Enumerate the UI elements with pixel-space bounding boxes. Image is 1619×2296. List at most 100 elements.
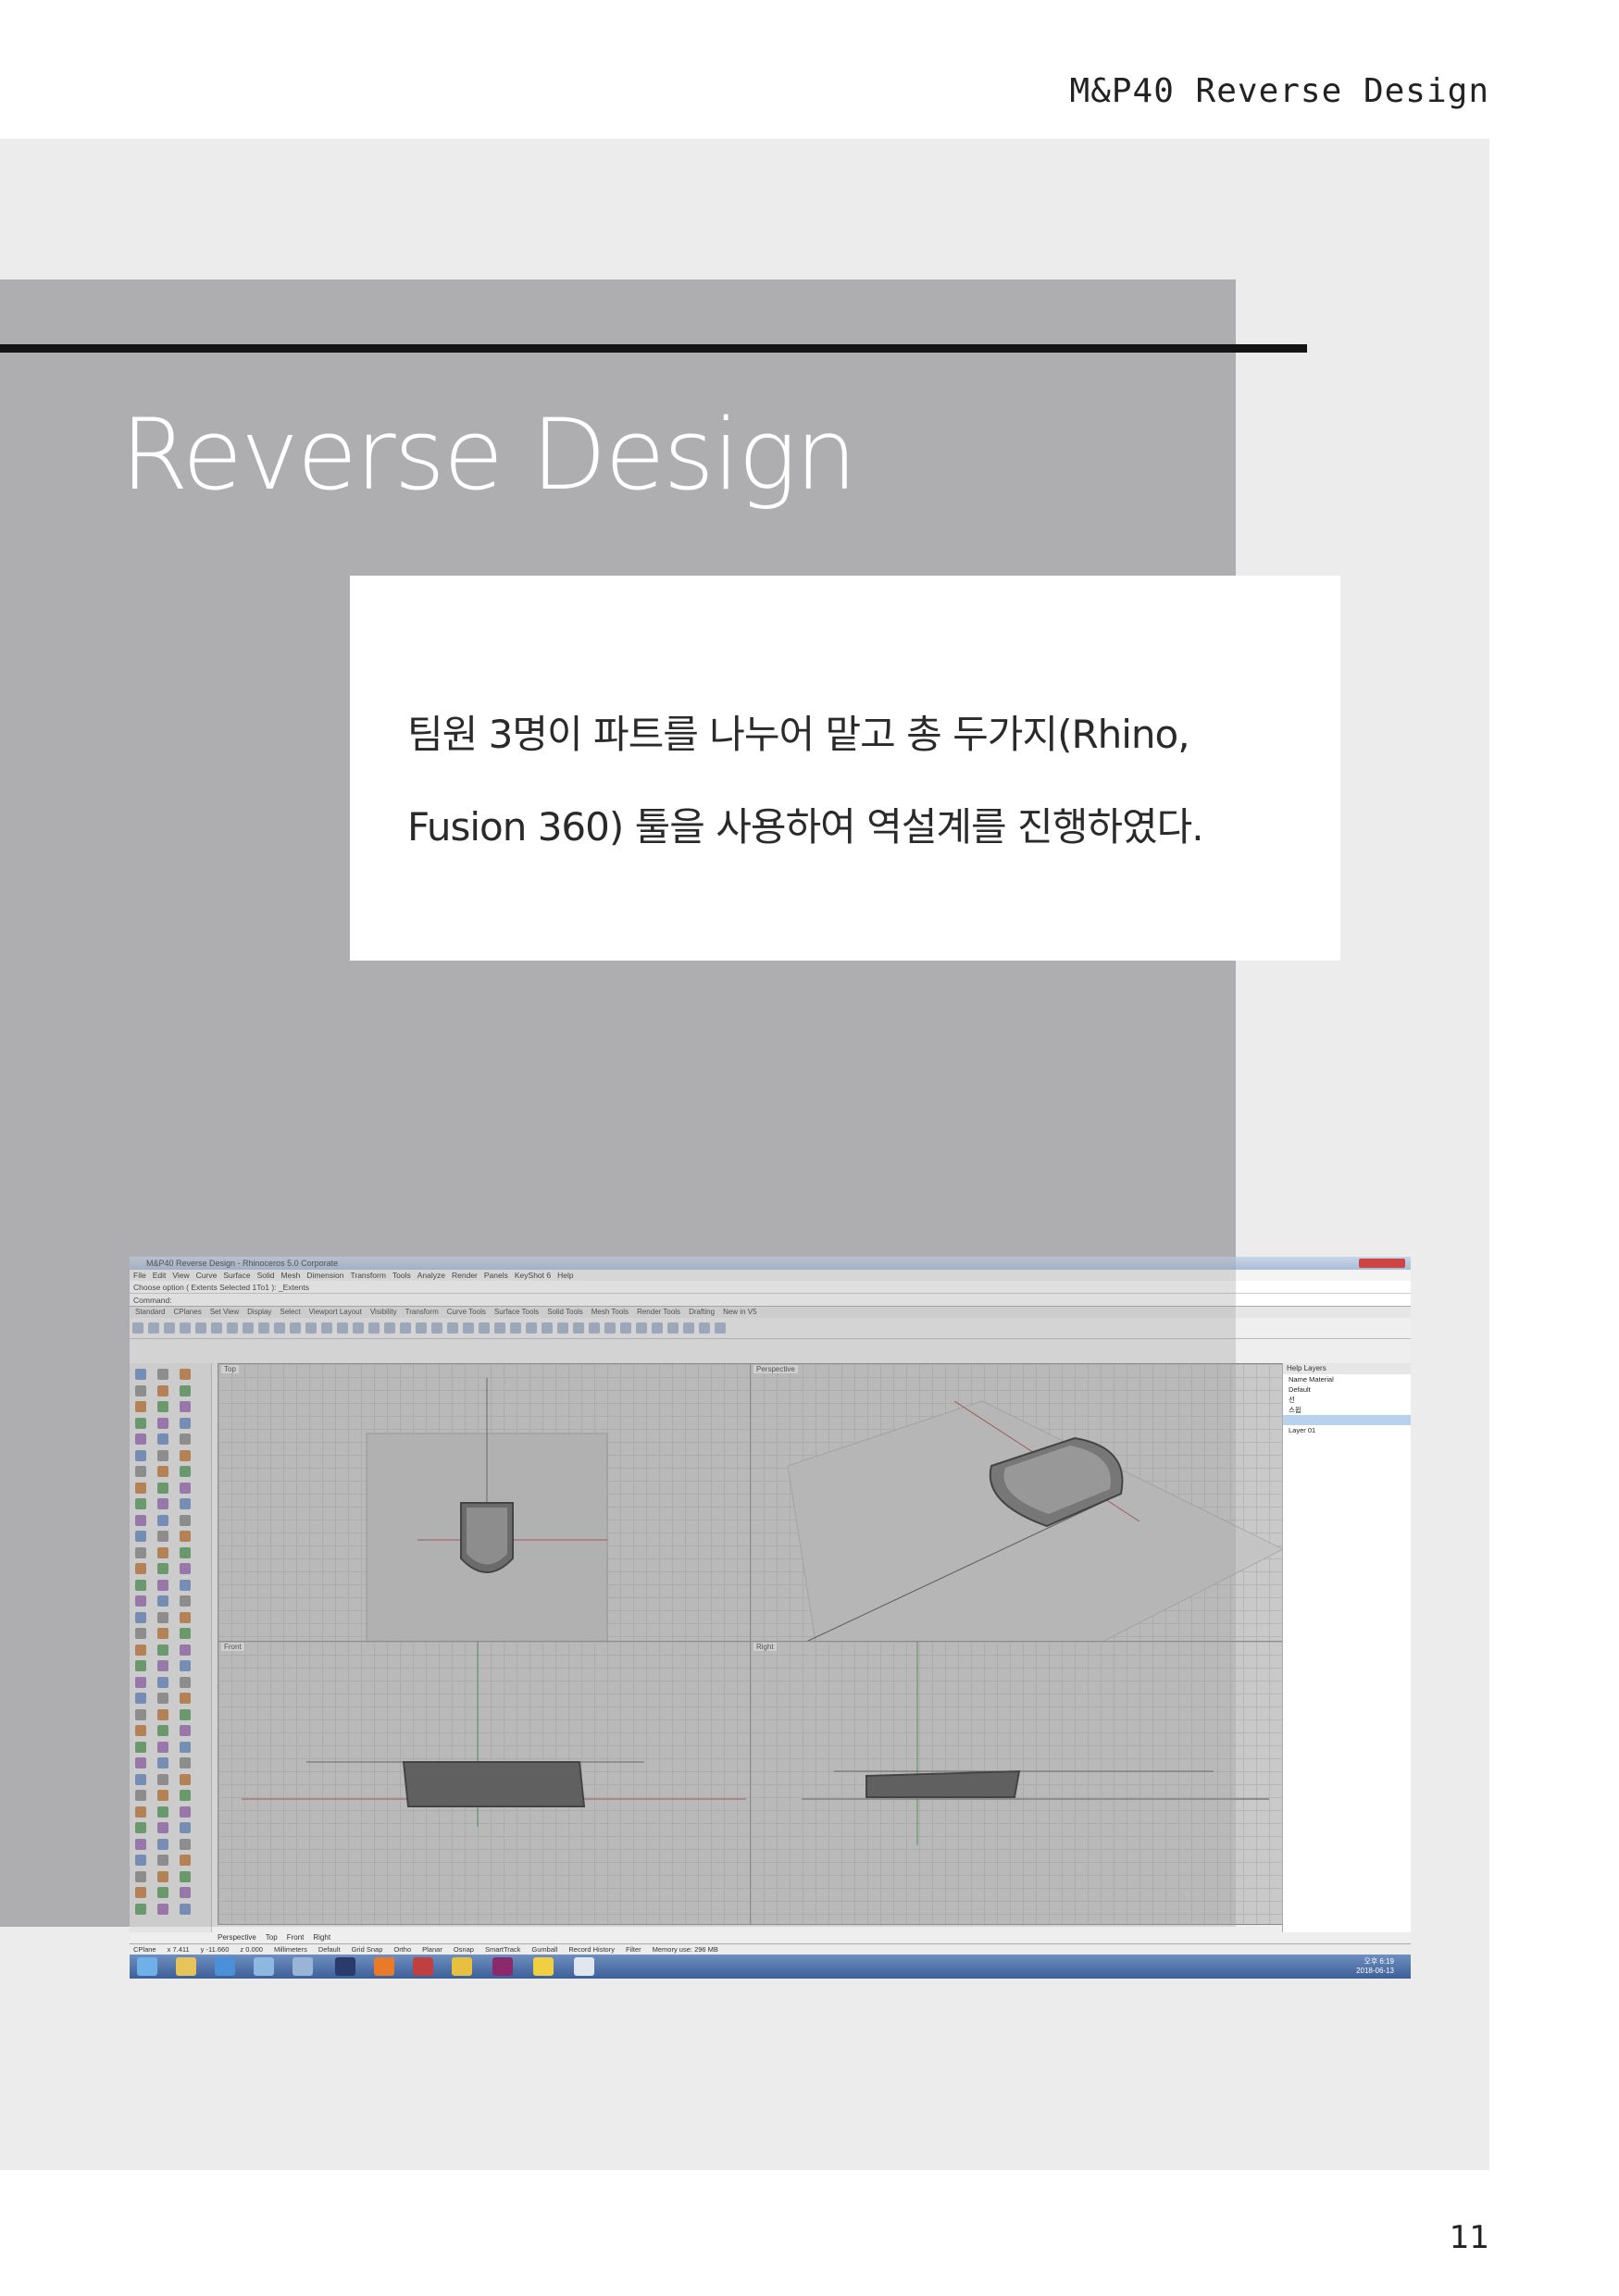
- viewport-tab[interactable]: Perspective: [218, 1933, 256, 1942]
- modeling-tool-icon[interactable]: [157, 1644, 168, 1656]
- toolbar-tool-icon[interactable]: [604, 1322, 616, 1334]
- modeling-tool-icon[interactable]: [135, 1708, 146, 1720]
- modeling-tool-icon[interactable]: [135, 1806, 146, 1818]
- modeling-tool-icon[interactable]: [135, 1498, 146, 1509]
- modeling-tool-icon[interactable]: [180, 1870, 191, 1882]
- layer-row[interactable]: 스윕: [1283, 1405, 1411, 1415]
- modeling-tool-icon[interactable]: [157, 1514, 168, 1526]
- modeling-tool-icon[interactable]: [135, 1725, 146, 1736]
- modeling-tool-icon[interactable]: [157, 1870, 168, 1882]
- modeling-tool-icon[interactable]: [157, 1757, 168, 1769]
- modeling-tool-icon[interactable]: [135, 1887, 146, 1898]
- modeling-tool-icon[interactable]: [135, 1757, 146, 1769]
- modeling-tool-icon[interactable]: [157, 1838, 168, 1850]
- modeling-tool-icon[interactable]: [157, 1449, 168, 1461]
- modeling-tool-icon[interactable]: [157, 1417, 168, 1429]
- modeling-tool-icon[interactable]: [180, 1611, 191, 1623]
- modeling-tool-icon[interactable]: [180, 1628, 191, 1639]
- toolbar-tool-icon[interactable]: [463, 1322, 474, 1334]
- app-icon[interactable]: [413, 1957, 433, 1976]
- start-icon[interactable]: [137, 1957, 157, 1976]
- modeling-tool-icon[interactable]: [157, 1546, 168, 1558]
- toolbar-tool-icon[interactable]: [384, 1322, 395, 1334]
- toolbar-tool-icon[interactable]: [699, 1322, 710, 1334]
- modeling-tool-icon[interactable]: [157, 1806, 168, 1818]
- modeling-tool-icon[interactable]: [157, 1498, 168, 1509]
- toolbar-tool-icon[interactable]: [258, 1322, 269, 1334]
- modeling-tool-icon[interactable]: [157, 1384, 168, 1396]
- indesign-icon[interactable]: [492, 1957, 513, 1976]
- modeling-tool-icon[interactable]: [135, 1741, 146, 1753]
- modeling-tool-icon[interactable]: [180, 1741, 191, 1753]
- toolbar-tool-icon[interactable]: [589, 1322, 600, 1334]
- modeling-tool-icon[interactable]: [157, 1401, 168, 1412]
- toolbar-tool-icon[interactable]: [243, 1322, 254, 1334]
- modeling-tool-icon[interactable]: [135, 1401, 146, 1412]
- toolbar-tool-icon[interactable]: [636, 1322, 647, 1334]
- toolbar-tool-icon[interactable]: [368, 1322, 380, 1334]
- toolbar-tool-icon[interactable]: [431, 1322, 442, 1334]
- status-item[interactable]: Grid Snap: [352, 1945, 383, 1954]
- menu-item[interactable]: File: [133, 1271, 146, 1280]
- toolbar-tool-icon[interactable]: [211, 1322, 222, 1334]
- modeling-tool-icon[interactable]: [135, 1579, 146, 1591]
- modeling-tool-icon[interactable]: [157, 1741, 168, 1753]
- menu-item[interactable]: Curve: [196, 1271, 218, 1280]
- modeling-tool-icon[interactable]: [135, 1838, 146, 1850]
- status-item[interactable]: CPlane: [133, 1945, 156, 1954]
- modeling-tool-icon[interactable]: [135, 1369, 146, 1380]
- toolbar-tool-icon[interactable]: [447, 1322, 458, 1334]
- modeling-tool-icon[interactable]: [180, 1466, 191, 1477]
- status-item[interactable]: Filter: [626, 1945, 641, 1954]
- toolbar-tool-icon[interactable]: [715, 1322, 726, 1334]
- layer-row-selected[interactable]: [1283, 1415, 1411, 1425]
- menu-item[interactable]: Transform: [350, 1271, 385, 1280]
- viewport-tab[interactable]: Top: [266, 1933, 278, 1942]
- menu-item[interactable]: Tools: [392, 1271, 411, 1280]
- status-item[interactable]: x 7.411: [168, 1945, 190, 1954]
- chrome-icon[interactable]: [452, 1957, 472, 1976]
- modeling-tool-icon[interactable]: [180, 1401, 191, 1412]
- modeling-tool-icon[interactable]: [180, 1773, 191, 1785]
- modeling-tool-icon[interactable]: [180, 1514, 191, 1526]
- modeling-tool-icon[interactable]: [180, 1903, 191, 1915]
- modeling-tool-icon[interactable]: [135, 1660, 146, 1671]
- modeling-tool-icon[interactable]: [135, 1855, 146, 1866]
- modeling-tool-icon[interactable]: [180, 1595, 191, 1607]
- toolbar-tab[interactable]: Select: [280, 1308, 300, 1316]
- modeling-tool-icon[interactable]: [180, 1369, 191, 1380]
- layer-row[interactable]: 선: [1283, 1395, 1411, 1405]
- modeling-tool-icon[interactable]: [157, 1790, 168, 1801]
- modeling-tool-icon[interactable]: [135, 1790, 146, 1801]
- layer-row[interactable]: Layer 01: [1283, 1425, 1411, 1435]
- modeling-tool-icon[interactable]: [157, 1676, 168, 1688]
- toolbar-tab[interactable]: Surface Tools: [494, 1308, 539, 1316]
- menu-item[interactable]: Solid: [257, 1271, 275, 1280]
- menu-item[interactable]: Dimension: [306, 1271, 343, 1280]
- toolbar-tool-icon[interactable]: [195, 1322, 206, 1334]
- browser-icon[interactable]: [215, 1957, 235, 1976]
- modeling-tool-icon[interactable]: [135, 1482, 146, 1494]
- modeling-tool-icon[interactable]: [135, 1773, 146, 1785]
- toolbar-tab[interactable]: Curve Tools: [447, 1308, 486, 1316]
- modeling-tool-icon[interactable]: [157, 1531, 168, 1542]
- modeling-tool-icon[interactable]: [157, 1887, 168, 1898]
- modeling-tool-icon[interactable]: [157, 1855, 168, 1866]
- modeling-tool-icon[interactable]: [135, 1546, 146, 1558]
- modeling-tool-icon[interactable]: [180, 1384, 191, 1396]
- modeling-tool-icon[interactable]: [180, 1498, 191, 1509]
- modeling-tool-icon[interactable]: [157, 1725, 168, 1736]
- status-item[interactable]: SmartTrack: [485, 1945, 520, 1954]
- modeling-tool-icon[interactable]: [157, 1433, 168, 1445]
- toolbar-tool-icon[interactable]: [305, 1322, 317, 1334]
- status-item[interactable]: Planar: [422, 1945, 442, 1954]
- status-item[interactable]: Record History: [568, 1945, 615, 1954]
- modeling-tool-icon[interactable]: [180, 1644, 191, 1656]
- toolbar-tool-icon[interactable]: [620, 1322, 631, 1334]
- toolbar-tool-icon[interactable]: [652, 1322, 663, 1334]
- modeling-tool-icon[interactable]: [157, 1579, 168, 1591]
- toolbar-tool-icon[interactable]: [321, 1322, 332, 1334]
- layer-row[interactable]: Default: [1283, 1384, 1411, 1395]
- modeling-tool-icon[interactable]: [180, 1676, 191, 1688]
- toolbar-tab[interactable]: Render Tools: [637, 1308, 680, 1316]
